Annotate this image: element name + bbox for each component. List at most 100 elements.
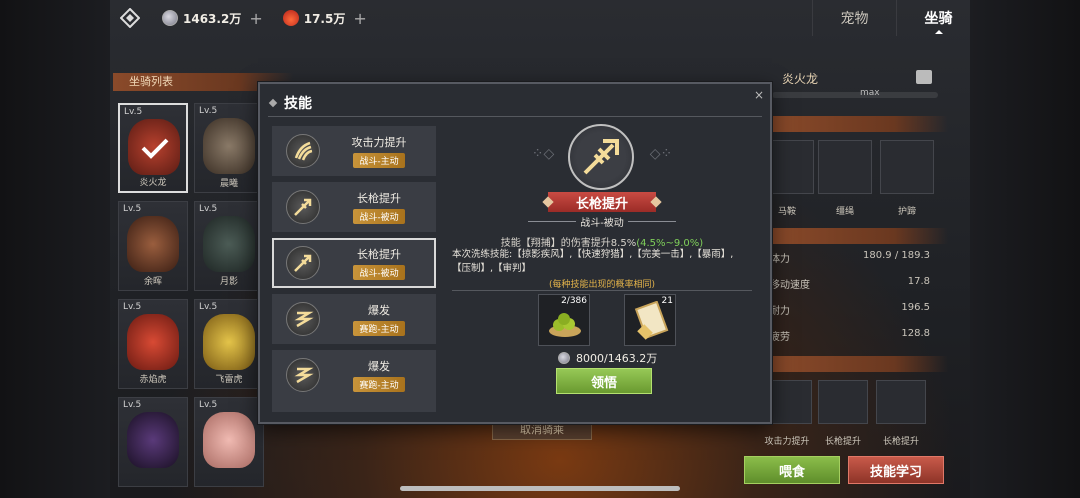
green-fruit-icon [549, 313, 581, 337]
silver-coin-icon [162, 10, 178, 26]
home-indicator[interactable] [400, 486, 680, 491]
skill-name: 爆发 [368, 304, 390, 317]
mount-level: Lv.5 [124, 107, 143, 117]
edit-icon[interactable] [916, 70, 932, 84]
skill-list-item-selected[interactable]: 长枪提升 战斗-被动 [272, 238, 436, 288]
skill-learn-button[interactable]: 技能学习 [848, 456, 944, 484]
feed-button[interactable]: 喂食 [744, 456, 840, 484]
spear-icon [286, 246, 320, 280]
stat-value: 196.5 [901, 302, 930, 313]
hoof-guard-slot[interactable] [880, 140, 934, 194]
modal-title: 技能 [268, 92, 312, 114]
skill-list-item[interactable]: 攻击力提升 战斗-主动 [272, 126, 436, 176]
stat-row: 移动速度 17.8 [770, 276, 930, 294]
claw-icon [286, 134, 320, 168]
skill-tag: 战斗-被动 [353, 265, 405, 280]
spear-icon [568, 124, 634, 190]
ornament-right-icon: ◇⁘ [649, 146, 673, 162]
mount-card[interactable]: Lv.5 赤焰虎 [118, 299, 188, 389]
skill-slot-label: 长枪提升 [824, 437, 861, 447]
modal-title-text: 技能 [284, 96, 312, 112]
skill-list: 攻击力提升 战斗-主动 长枪提升 战斗-被动 长枪提升 战斗-被动 爆发 赛跑-… [272, 126, 438, 412]
skill-type-text: 战斗-被动 [580, 217, 624, 229]
fire-icon [282, 10, 299, 26]
mount-card[interactable]: Lv.5 月影 [194, 201, 264, 291]
material-count: 2/386 [561, 296, 587, 306]
skill-slot[interactable] [818, 380, 868, 424]
equip-section-header [768, 116, 948, 132]
mount-level: Lv.5 [199, 204, 218, 214]
skill-name: 长枪提升 [357, 192, 401, 205]
burst-icon [286, 358, 320, 392]
skill-pool-text: 本次洗练技能:【掠影疾风】,【快速狩猎】,【完美一击】,【暴雨】,【压制】,【审… [452, 249, 734, 274]
modal-divider [268, 116, 762, 117]
stat-label: 疲劳 [770, 332, 790, 343]
spear-icon [286, 190, 320, 224]
skill-effect: 技能【翔捕】的伤害提升8.5%(4.5%~9.0%) [444, 234, 760, 249]
add-fire-button[interactable]: + [353, 9, 366, 28]
material-slot[interactable]: 2/386 [538, 294, 590, 346]
mount-level: Lv.5 [199, 302, 218, 312]
reins-label: 缰绳 [835, 207, 854, 217]
mount-title: 炎火龙 [782, 71, 819, 86]
mount-portrait [203, 118, 255, 174]
skill-tag: 战斗-被动 [353, 209, 405, 224]
mount-card[interactable]: Lv.5 [118, 397, 188, 487]
mount-portrait [127, 216, 179, 272]
mount-level: Lv.5 [123, 204, 142, 214]
diamond-icon [268, 98, 278, 108]
silver-coin-icon [558, 352, 570, 364]
mount-name: 月影 [219, 277, 238, 287]
stat-row: 耐力 196.5 [770, 302, 930, 320]
close-icon[interactable]: × [752, 88, 766, 102]
mount-card[interactable]: Lv.5 余晖 [118, 201, 188, 291]
mount-name: 余晖 [143, 277, 162, 287]
skill-list-item[interactable]: 爆发 赛跑-主动 [272, 294, 436, 344]
stat-value: 128.8 [901, 328, 930, 339]
skill-tag: 赛跑-主动 [353, 377, 405, 392]
skills-section-header [768, 356, 948, 372]
silver-currency: 1463.2万 + [162, 9, 263, 28]
mount-card[interactable]: Lv.5 [194, 397, 264, 487]
probability-note: (每种技能出现的概率相同) [548, 280, 656, 290]
silver-amount: 1463.2万 [183, 11, 242, 26]
mount-name: 炎火龙 [139, 178, 167, 188]
skill-list-item[interactable]: 长枪提升 战斗-被动 [272, 182, 436, 232]
right-shade [970, 0, 1080, 498]
tab-pet[interactable]: 宠物 [812, 0, 896, 36]
tab-mount[interactable]: 坐骑 [896, 0, 980, 36]
skill-modal: 技能 × 攻击力提升 战斗-主动 长枪提升 战斗-被动 长枪提升 战斗-被动 爆… [258, 82, 772, 424]
reins-slot[interactable] [818, 140, 872, 194]
skill-slot[interactable] [876, 380, 926, 424]
mount-card[interactable]: Lv.5 晨曦 [194, 103, 264, 193]
ornament-left-icon: ⁘◇ [531, 146, 555, 162]
stat-label: 移动速度 [770, 280, 810, 291]
skill-name: 长枪提升 [357, 248, 401, 261]
skill-list-item[interactable]: 爆发 赛跑-主动 [272, 350, 436, 400]
stat-label: 耐力 [770, 306, 790, 317]
mount-name: 赤焰虎 [139, 375, 167, 385]
mount-level: Lv.5 [199, 106, 218, 116]
comprehend-button[interactable]: 领悟 [556, 368, 652, 394]
mount-name: 晨曦 [219, 179, 238, 189]
level-bar [772, 92, 938, 98]
skill-name-banner: 长枪提升 [548, 192, 656, 212]
cost-amount: 8000/1463.2万 [576, 352, 658, 365]
material-slot[interactable]: 21 [624, 294, 676, 346]
stat-row: 疲劳 128.8 [770, 328, 930, 346]
top-tabs: 宠物 坐骑 [812, 0, 980, 36]
skill-tag: 赛跑-主动 [353, 321, 405, 336]
skill-name: 攻击力提升 [351, 136, 407, 149]
mount-card[interactable]: Lv.5 炎火龙 [118, 103, 188, 193]
skill-slot-label: 攻击力提升 [764, 437, 810, 447]
mount-card[interactable]: Lv.5 飞雷虎 [194, 299, 264, 389]
add-silver-button[interactable]: + [249, 9, 262, 28]
burst-icon [286, 302, 320, 336]
game-logo-icon[interactable] [118, 6, 142, 30]
stat-label: 体力 [770, 254, 790, 265]
mount-portrait [203, 314, 255, 370]
stat-row: 体力 180.9 / 189.3 [770, 250, 930, 268]
scroll-icon [634, 301, 669, 340]
skill-slot-label: 长枪提升 [882, 437, 919, 447]
level-label: max [860, 88, 880, 98]
